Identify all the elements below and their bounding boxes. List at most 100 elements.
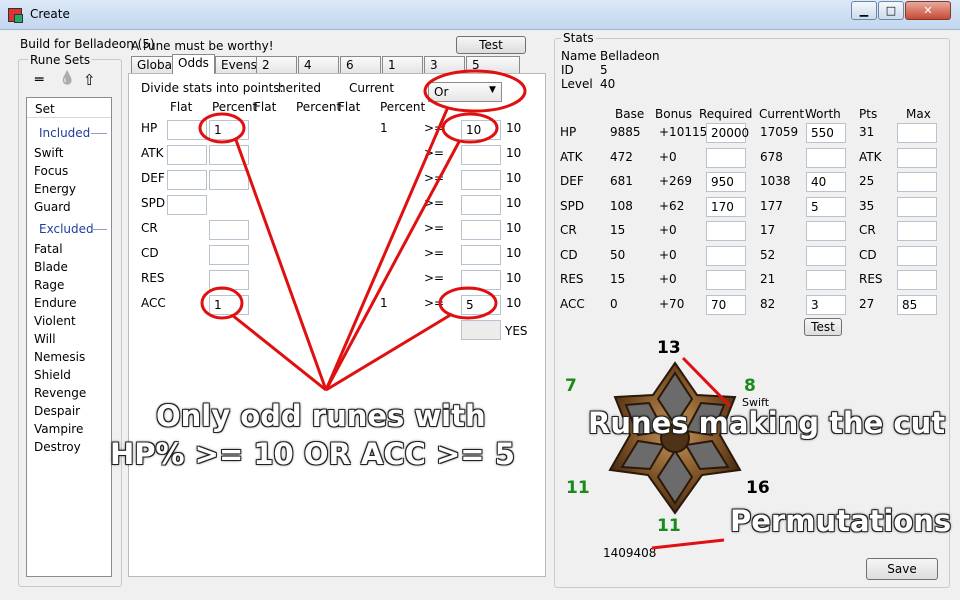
list-item[interactable]: Revenge xyxy=(34,386,86,400)
stats-test-button[interactable]: Test xyxy=(804,318,842,336)
max-input[interactable]: 85 xyxy=(897,294,937,315)
acc-percent-input[interactable]: 1 xyxy=(209,295,249,315)
tab-odds[interactable]: Odds xyxy=(172,54,215,74)
worth-input[interactable] xyxy=(806,147,846,168)
required-input[interactable] xyxy=(706,221,746,241)
pts-value: RES xyxy=(859,272,883,286)
pts-value: ATK xyxy=(859,149,882,164)
max-input[interactable] xyxy=(897,123,937,143)
up-arrow-icon[interactable]: ⇧ xyxy=(83,71,96,89)
base-value: 15 xyxy=(610,223,626,237)
maximize-button[interactable]: □ xyxy=(878,1,904,20)
save-button[interactable]: Save xyxy=(866,558,938,580)
hp-inherited-percent: 1 xyxy=(380,121,388,135)
list-item[interactable]: Blade xyxy=(34,260,68,274)
worth-input[interactable] xyxy=(806,245,846,266)
col-header: Percent xyxy=(296,100,342,114)
current-stat-value: 177 xyxy=(760,198,783,213)
required-input[interactable]: 20000 xyxy=(706,123,749,143)
base-value: 15 xyxy=(610,272,626,286)
required-input[interactable] xyxy=(706,270,746,290)
worth-input[interactable]: 5 xyxy=(806,196,846,217)
stat-label: RES xyxy=(141,271,165,285)
list-item[interactable]: Destroy xyxy=(34,440,81,454)
bonus-value: +10115 xyxy=(659,125,708,139)
tab-5[interactable]: 5 xyxy=(466,56,520,73)
close-button[interactable]: ✕ xyxy=(905,1,951,20)
required-input[interactable]: 170 xyxy=(706,196,746,217)
tab-4[interactable]: 4 xyxy=(298,56,339,73)
list-item[interactable]: Rage xyxy=(34,278,64,292)
tab-1[interactable]: 1 xyxy=(382,56,423,73)
max-input[interactable] xyxy=(897,196,937,217)
required-input[interactable] xyxy=(706,147,746,168)
list-item[interactable]: Will xyxy=(34,332,56,346)
max-input[interactable] xyxy=(897,245,937,266)
required-input[interactable]: 70 xyxy=(706,294,746,315)
slot-count: 7 xyxy=(565,376,577,396)
cd-threshold-input[interactable] xyxy=(461,245,501,265)
hp-flat-input[interactable] xyxy=(167,120,207,140)
required-input[interactable]: 950 xyxy=(706,172,746,192)
list-header[interactable]: Set xyxy=(27,98,111,118)
included-group-label: Included xyxy=(39,126,91,140)
def-threshold-input[interactable] xyxy=(461,170,501,190)
atk-flat-input[interactable] xyxy=(167,145,207,165)
drop-icon[interactable]: 💧 xyxy=(59,71,75,86)
annotation-runes-cut: Runes making the cut xyxy=(588,406,946,440)
worth-input[interactable]: 3 xyxy=(806,294,846,315)
max-input[interactable] xyxy=(897,147,937,168)
required-input[interactable] xyxy=(706,245,746,266)
worth-input[interactable] xyxy=(806,270,846,290)
list-item[interactable]: Endure xyxy=(34,296,76,310)
max-input[interactable] xyxy=(897,172,937,192)
list-item[interactable]: Nemesis xyxy=(34,350,85,364)
list-item[interactable]: Energy xyxy=(34,182,76,196)
worth-input[interactable] xyxy=(806,221,846,241)
hp-percent-input[interactable]: 1 xyxy=(209,120,249,140)
spd-flat-input[interactable] xyxy=(167,195,207,215)
bonus-value: +70 xyxy=(659,296,685,311)
cd-percent-input[interactable] xyxy=(209,245,249,265)
worth-input[interactable]: 40 xyxy=(806,172,846,192)
res-threshold-input[interactable] xyxy=(461,270,501,290)
id-value: 5 xyxy=(600,63,608,77)
list-item[interactable]: Despair xyxy=(34,404,80,418)
list-item[interactable]: Guard xyxy=(34,200,71,214)
def-flat-input[interactable] xyxy=(167,170,207,190)
ge-symbol: >= xyxy=(424,271,445,285)
list-item[interactable]: Shield xyxy=(34,368,71,382)
cr-threshold-input[interactable] xyxy=(461,220,501,240)
tab-3[interactable]: 3 xyxy=(424,56,465,73)
max-input[interactable] xyxy=(897,221,937,241)
test-button[interactable]: Test xyxy=(456,36,526,54)
col-header: Worth xyxy=(805,107,841,121)
list-item[interactable]: Fatal xyxy=(34,242,63,256)
current-stat-value: 82 xyxy=(760,296,776,311)
rune-set-list[interactable]: Set Included Swift Focus Energy Guard Ex… xyxy=(26,97,112,577)
minimize-button[interactable]: ▁ xyxy=(851,1,877,20)
list-item[interactable]: Focus xyxy=(34,164,68,178)
max-input[interactable] xyxy=(897,270,937,290)
spd-threshold-input[interactable] xyxy=(461,195,501,215)
acc-threshold-input[interactable]: 5 xyxy=(461,295,501,315)
atk-percent-input[interactable] xyxy=(209,145,249,165)
tab-2[interactable]: 2 xyxy=(256,56,297,73)
list-item[interactable]: Violent xyxy=(34,314,76,328)
res-percent-input[interactable] xyxy=(209,270,249,290)
base-value: 50 xyxy=(610,247,626,262)
cr-percent-input[interactable] xyxy=(209,220,249,240)
worth-input[interactable]: 550 xyxy=(806,123,846,143)
def-percent-input[interactable] xyxy=(209,170,249,190)
current-stat-value: 17 xyxy=(760,223,776,237)
col-header: Percent xyxy=(380,100,426,114)
tab-6[interactable]: 6 xyxy=(340,56,381,73)
col-header: Bonus xyxy=(655,107,693,121)
atk-threshold-input[interactable] xyxy=(461,145,501,165)
list-item[interactable]: Swift xyxy=(34,146,63,160)
hp-threshold-input[interactable]: 10 xyxy=(461,120,501,140)
equals-icon[interactable]: ═ xyxy=(35,72,43,88)
pts-value: 31 xyxy=(859,125,875,139)
list-item[interactable]: Vampire xyxy=(34,422,83,436)
combine-select[interactable]: Or ▼ xyxy=(428,82,502,102)
